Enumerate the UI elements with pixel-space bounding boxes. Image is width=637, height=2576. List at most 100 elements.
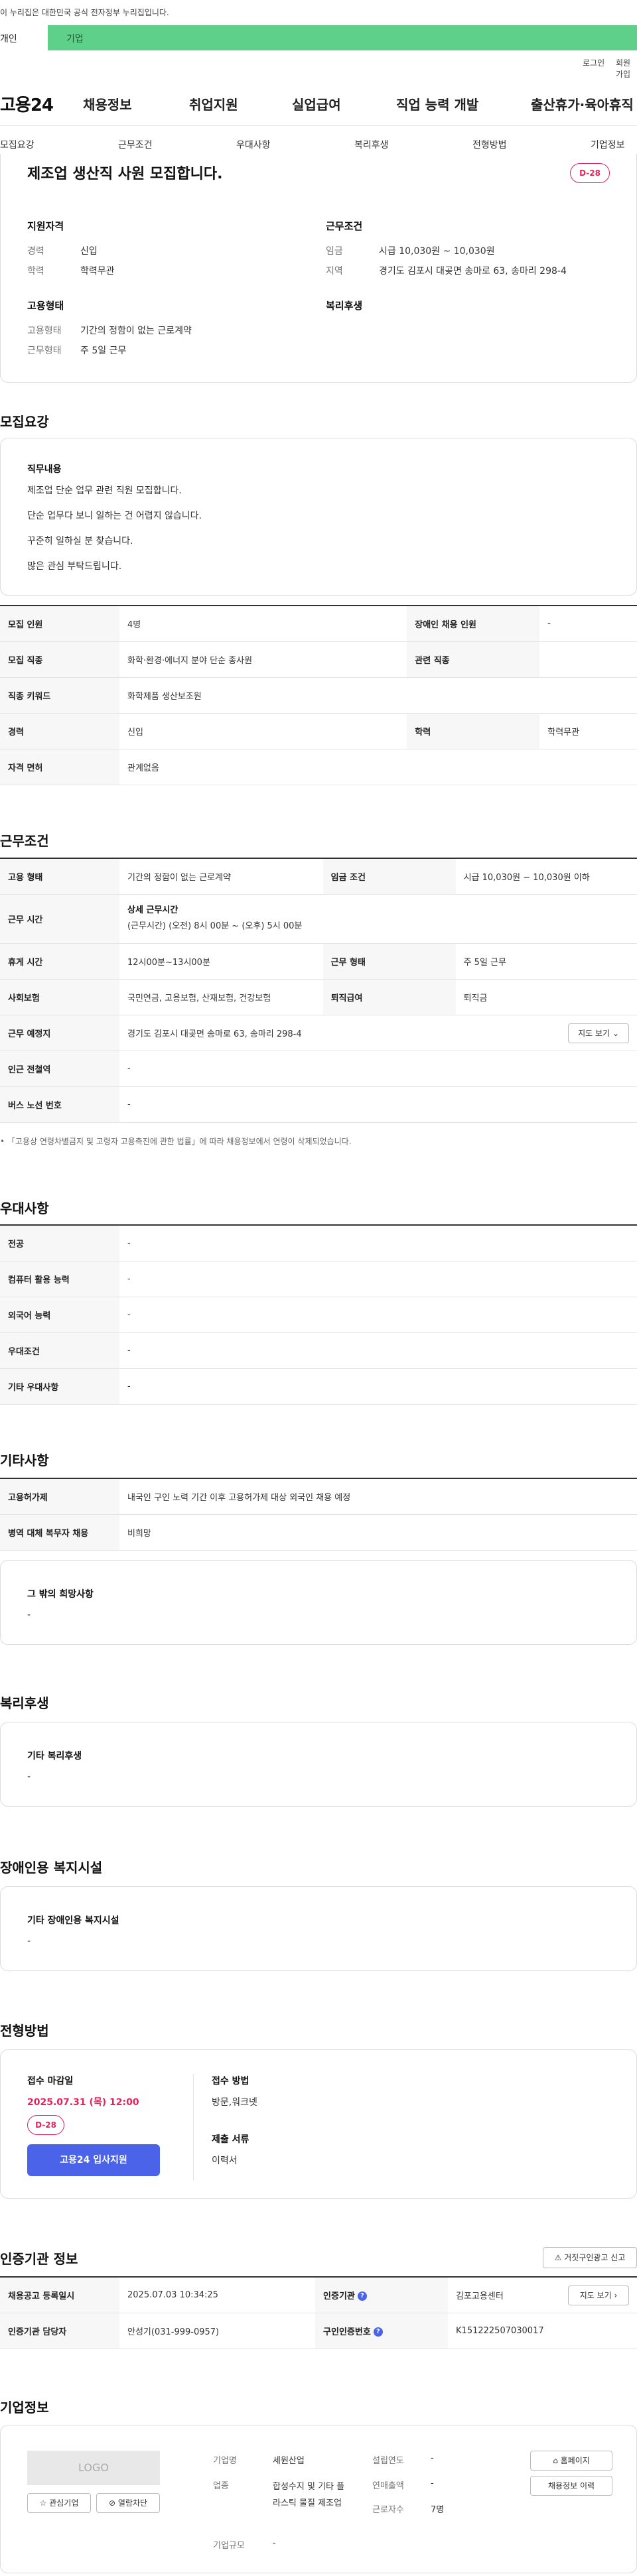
table-row: 외국어 능력 - bbox=[0, 1296, 637, 1333]
recruit-table: 모집 인원 4명 장애인 채용 인원 - 모집 직종 화학·환경·에너지 분야 … bbox=[0, 605, 637, 785]
gnb-item-jobs[interactable]: 채용정보 bbox=[83, 94, 132, 113]
block-icon: ⊘ bbox=[108, 2498, 116, 2508]
deadline-value: 2025.07.31 (목) 12:00 bbox=[27, 2097, 139, 2108]
map-view-button[interactable]: 지도 보기 ⌄ bbox=[568, 1023, 629, 1043]
anchor-company[interactable]: 기업정보 bbox=[591, 138, 625, 151]
table-cell-header: 컴퓨터 활용 능력 bbox=[0, 1260, 119, 1297]
table-cell-header: 우대조건 bbox=[0, 1332, 119, 1369]
site-logo[interactable]: 고용24 bbox=[0, 92, 54, 116]
table-cell: K151222507030017 bbox=[448, 2312, 637, 2349]
process-dday-badge: D-28 bbox=[27, 2115, 64, 2135]
company-logo: LOGO bbox=[27, 2451, 160, 2485]
gnb-item-leave[interactable]: 출산휴가·육아휴직 bbox=[531, 94, 634, 113]
emp-type-value: 기간의 정함이 없는 근로계약 bbox=[80, 326, 192, 336]
anchor-recruit[interactable]: 모집요강 bbox=[0, 138, 35, 151]
apply-button[interactable]: 고용24 입사지원 bbox=[27, 2144, 160, 2176]
other-wish-card: 그 밖의 희망사항 - bbox=[0, 1560, 637, 1645]
table-cell-header: 모집 인원 bbox=[0, 605, 119, 642]
tab-personal[interactable]: 개인 bbox=[0, 25, 48, 50]
table-row: 자격 면허 관계없음 bbox=[0, 748, 637, 785]
join-link[interactable]: 회원가입 bbox=[616, 57, 637, 80]
gnb-item-employment-support[interactable]: 취업지원 bbox=[189, 94, 238, 113]
table-cell-header: 구인인증번호? bbox=[315, 2312, 449, 2349]
agency-map-button[interactable]: 지도 보기 › bbox=[568, 2286, 629, 2305]
false-ad-report-button[interactable]: ⚠ 거짓구인광고 신고 bbox=[543, 2247, 637, 2268]
table-cell: - bbox=[119, 1050, 637, 1087]
block-view-label: 열람차단 bbox=[117, 2498, 148, 2508]
agency-map-label: 지도 보기 bbox=[579, 2291, 612, 2300]
table-cell: 국민연금, 고용보험, 산재보험, 건강보험 bbox=[119, 978, 323, 1015]
favorite-company-button[interactable]: ☆ 관심기업 bbox=[27, 2493, 91, 2513]
gnb-item-training[interactable]: 직업 능력 개발 bbox=[396, 94, 478, 113]
cert-table: 채용공고 등록일시 2025.07.03 10:34:25 인증기관? 김포고용… bbox=[0, 2276, 637, 2349]
table-row: 인근 전철역 - bbox=[0, 1050, 637, 1087]
table-cell: 화학제품 생산보조원 bbox=[119, 676, 637, 714]
star-icon: ☆ bbox=[39, 2498, 47, 2508]
table-row: 채용공고 등록일시 2025.07.03 10:34:25 인증기관? 김포고용… bbox=[0, 2276, 637, 2313]
dday-badge: D-28 bbox=[570, 163, 610, 183]
company-scale-value: - bbox=[273, 2538, 276, 2548]
block-view-button[interactable]: ⊘ 열람차단 bbox=[96, 2493, 160, 2513]
table-cell-header: 장애인 채용 인원 bbox=[407, 605, 540, 642]
region-label: 지역 bbox=[326, 266, 343, 277]
anchor-process[interactable]: 전형방법 bbox=[472, 138, 507, 151]
work-type-label: 근무형태 bbox=[27, 346, 62, 356]
method-value: 방문,워크넷 bbox=[212, 2097, 257, 2108]
etc-table: 고용허가제 내국인 구인 노력 기간 이후 고용허가제 대상 외국인 채용 예정 … bbox=[0, 1478, 637, 1551]
table-cell: - bbox=[539, 605, 637, 642]
duty-line: 제조업 단순 업무 관련 직원 모집합니다. bbox=[27, 485, 182, 496]
table-cell: 김포고용센터 지도 보기 › bbox=[448, 2276, 637, 2313]
process-section-title: 전형방법 bbox=[0, 2023, 49, 2039]
table-cell: 기간의 정함이 없는 근로계약 bbox=[119, 858, 323, 895]
welfare-value: - bbox=[27, 1771, 31, 1782]
company-section-title: 기업정보 bbox=[0, 2400, 49, 2415]
company-sales-label: 연매출액 bbox=[372, 2481, 404, 2491]
homepage-label: 홈페이지 bbox=[560, 2456, 590, 2465]
tab-company[interactable]: 기업 bbox=[66, 32, 84, 45]
table-cell-header: 임금 조건 bbox=[322, 858, 456, 895]
table-cell: 퇴직금 bbox=[455, 978, 637, 1015]
duty-line: 꾸준히 일하실 분 찾습니다. bbox=[27, 536, 133, 547]
table-cell-header: 전공 bbox=[0, 1224, 119, 1261]
age-note-text: 「고용상 연령차별금지 및 고령자 고용촉진에 관한 법률」에 따라 채용정보에… bbox=[7, 1137, 352, 1146]
company-biz-label: 업종 bbox=[213, 2481, 229, 2491]
duty-line: 많은 관심 부탁드립니다. bbox=[27, 561, 122, 572]
table-cell: - bbox=[119, 1368, 637, 1405]
process-card: 접수 마감일 2025.07.31 (목) 12:00 D-28 고용24 입사… bbox=[0, 2049, 637, 2199]
company-name-label: 기업명 bbox=[213, 2456, 237, 2466]
anchor-welfare[interactable]: 복리후생 bbox=[354, 138, 389, 151]
table-cell: 비희망 bbox=[119, 1513, 637, 1551]
false-ad-report-label: 거짓구인광고 신고 bbox=[564, 2253, 626, 2262]
table-row: 휴게 시간 12시00분~13시00분 근무 형태 주 5일 근무 bbox=[0, 942, 637, 980]
prefer-section-title: 우대사항 bbox=[0, 1200, 49, 1216]
agency-label: 인증기관 bbox=[323, 2291, 355, 2301]
table-cell: 안성기(031-999-0957) bbox=[119, 2312, 316, 2349]
table-cell: - bbox=[119, 1332, 637, 1369]
welfare-heading: 복리후생 bbox=[326, 300, 363, 312]
other-wish-heading: 그 밖의 희망사항 bbox=[27, 1589, 94, 1600]
career-label: 경력 bbox=[27, 246, 44, 257]
anchor-prefer[interactable]: 우대사항 bbox=[236, 138, 271, 151]
table-row: 전공 - bbox=[0, 1224, 637, 1261]
welfare-card: 기타 복리후생 - bbox=[0, 1722, 637, 1807]
duty-heading: 직무내용 bbox=[27, 464, 62, 475]
cert-section-title: 인증기관 정보 bbox=[0, 2251, 78, 2267]
company-founded-label: 설립연도 bbox=[372, 2456, 404, 2466]
info-icon[interactable]: ? bbox=[373, 2327, 383, 2337]
table-cell: - bbox=[119, 1260, 637, 1297]
career-value: 신입 bbox=[80, 246, 98, 257]
login-link[interactable]: 로그인 bbox=[583, 57, 604, 68]
gnb-item-unemployment[interactable]: 실업급여 bbox=[292, 94, 341, 113]
home-icon: ⌂ bbox=[553, 2456, 558, 2465]
table-cell: 관계없음 bbox=[119, 748, 637, 785]
table-cell: 신입 bbox=[119, 712, 407, 749]
info-icon[interactable]: ? bbox=[357, 2291, 367, 2301]
table-cell-header: 근무 예정지 bbox=[0, 1014, 119, 1051]
anchor-work[interactable]: 근무조건 bbox=[118, 138, 153, 151]
duty-card: 직무내용 제조업 단순 업무 관련 직원 모집합니다. 단순 업무다 보니 일하… bbox=[0, 438, 637, 596]
table-cell-header: 직종 키워드 bbox=[0, 676, 119, 714]
deadline-heading: 접수 마감일 bbox=[27, 2076, 74, 2087]
homepage-button[interactable]: ⌂ 홈페이지 bbox=[530, 2451, 612, 2471]
table-row: 경력 신입 학력 학력무관 bbox=[0, 712, 637, 749]
job-history-button[interactable]: 채용정보 이력 bbox=[530, 2476, 612, 2496]
